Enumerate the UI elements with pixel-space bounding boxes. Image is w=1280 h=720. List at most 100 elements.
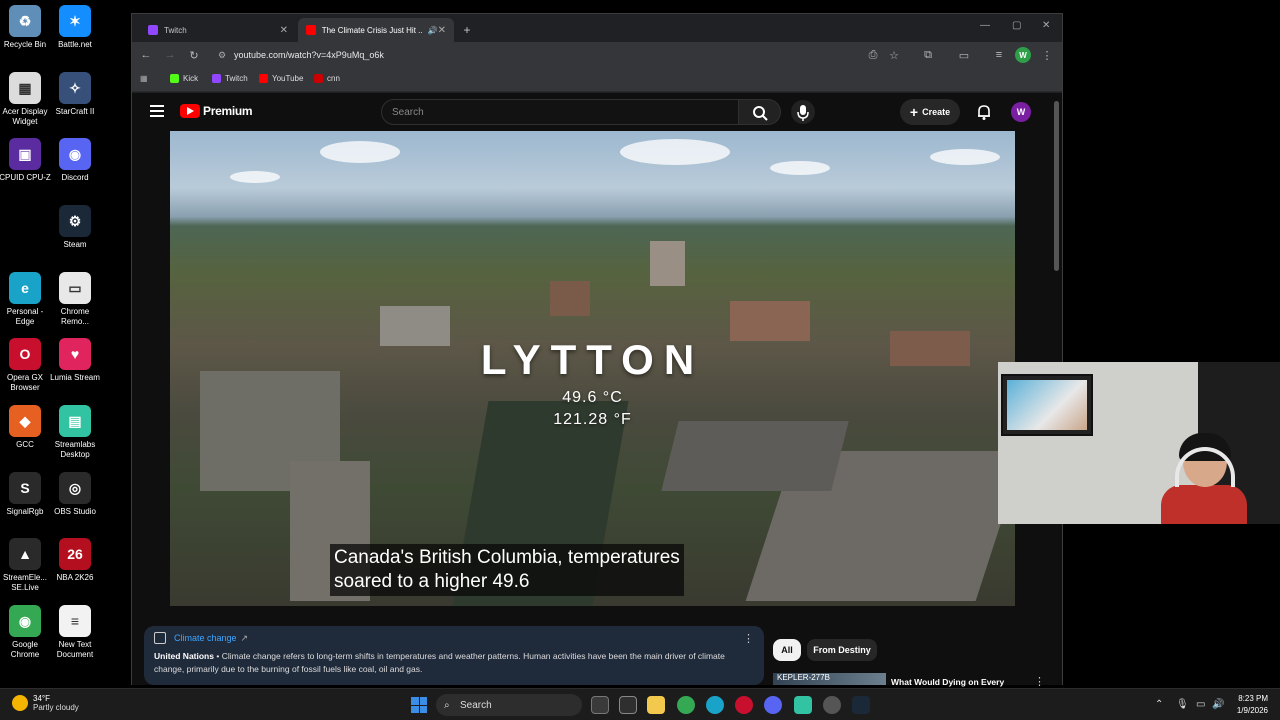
desktop-icon[interactable]: e Personal - Edge [0,272,50,327]
app-icon: ♥ [59,338,91,370]
sidepanel-icon[interactable]: ▭ [956,47,972,63]
chrome-taskbar-icon[interactable] [677,696,695,714]
discord-taskbar-icon[interactable] [764,696,782,714]
tab-youtube[interactable]: The Climate Crisis Just Hit ... 🔊 ✕ [298,18,454,42]
desktop-icon[interactable]: ◎ OBS Studio [50,472,100,517]
desktop-icon[interactable]: ✧ StarCraft II [50,72,100,117]
widgets-icon[interactable] [619,696,637,714]
weather-temp: 34°F [33,694,50,703]
weather-widget[interactable]: 34°F Partly cloudy [12,694,79,712]
desktop-icon[interactable]: ≡ New Text Document [50,605,100,660]
bookmark-item[interactable]: YouTube [259,74,303,83]
close-tab-icon[interactable]: ✕ [280,25,288,36]
microphone-icon[interactable]: 🎙 [1176,699,1189,710]
hamburger-menu-icon[interactable] [150,105,164,120]
back-icon[interactable]: ← [138,47,154,63]
maximize-icon[interactable]: ▢ [1012,20,1021,31]
app-icon: ▣ [9,138,41,170]
taskbar: 34°F Partly cloudy ⌕ Search ⌃ 🎙 ▭ 🔊 8:23… [0,688,1280,720]
desktop-icon[interactable]: ▤ Streamlabs Desktop [50,405,100,460]
tab-twitch[interactable]: Twitch ✕ [140,18,296,42]
install-icon[interactable]: ⎙ [865,47,881,63]
file-explorer-icon[interactable] [647,696,665,714]
app-icon: ▤ [59,405,91,437]
desktop-icon[interactable]: 26 NBA 2K26 [50,538,100,583]
taskbar-search[interactable]: ⌕ Search [436,694,582,716]
desktop-icon[interactable]: ♻ Recycle Bin [0,5,50,50]
desktop-icon[interactable]: ◆ GCC [0,405,50,450]
volume-icon[interactable]: 🔊 [1212,699,1224,710]
audio-icon[interactable]: 🔊 [428,26,438,35]
tray-chevron-icon[interactable]: ⌃ [1155,699,1163,710]
bookmark-star-icon[interactable]: ☆ [886,47,902,63]
desktop-icon-label: Google Chrome [10,640,40,659]
start-button[interactable] [411,697,427,713]
recommendation-thumbnail[interactable]: KEPLER-277B [773,673,886,685]
desktop-icon[interactable]: ◉ Discord [50,138,100,183]
minimize-icon[interactable]: — [980,20,990,31]
close-window-icon[interactable]: ✕ [1042,20,1050,31]
youtube-favicon-icon [306,25,316,35]
menu-kebab-icon[interactable]: ⋮ [1039,47,1055,63]
media-icon[interactable]: ≡ [991,47,1007,63]
network-icon[interactable]: ▭ [1196,699,1205,710]
create-button[interactable]: + Create [900,99,960,125]
bookmark-favicon-icon [170,74,179,83]
bookmark-item[interactable]: Twitch [212,74,248,83]
chip-all[interactable]: All [773,639,801,661]
bookmark-item[interactable]: cnn [314,74,340,83]
streamlabs-taskbar-icon[interactable] [794,696,812,714]
desktop-icon[interactable]: S SignalRgb [0,472,50,517]
app-icon: ✶ [59,5,91,37]
youtube-play-icon [180,104,200,118]
app-icon: ◎ [59,472,91,504]
search-input[interactable]: Search [381,99,739,125]
steam-taskbar-icon[interactable] [852,696,870,714]
reload-icon[interactable]: ↻ [186,47,202,63]
system-clock[interactable]: 8:23 PM 1/9/2026 [1237,693,1268,717]
more-options-icon[interactable]: ⋮ [743,632,754,645]
apps-grid-icon[interactable]: ▦ [140,74,148,83]
video-player[interactable]: LYTTON 49.6 °C 121.28 °F Canada's Britis… [170,131,1015,606]
profile-avatar[interactable]: W [1015,47,1031,63]
edge-taskbar-icon[interactable] [706,696,724,714]
forward-icon[interactable]: → [162,47,178,63]
notifications-button[interactable] [975,103,993,121]
chip-from-destiny[interactable]: From Destiny [807,639,877,661]
tv-on-wall [1001,374,1093,436]
desktop-icon[interactable]: ✶ Battle.net [50,5,100,50]
page-scrollbar[interactable] [1054,101,1059,271]
search-button[interactable] [739,99,781,125]
desktop-icon[interactable]: ▣ CPUID CPU-Z [0,138,51,183]
recommendation-menu-icon[interactable]: ⋮ [1034,675,1045,688]
app-icon: ▲ [9,538,41,570]
obs-taskbar-icon[interactable] [823,696,841,714]
youtube-logo[interactable]: Premium [180,104,253,118]
app-icon: ⚙ [59,205,91,237]
desktop-icon[interactable]: O Opera GX Browser [0,338,50,393]
account-avatar[interactable]: W [1011,102,1031,122]
twitch-favicon-icon [148,25,158,35]
opera-taskbar-icon[interactable] [735,696,753,714]
desktop-icon[interactable]: ◉ Google Chrome [0,605,50,660]
desktop-icon[interactable]: ▲ StreamEle... SE.Live [0,538,50,593]
close-tab-icon[interactable]: ✕ [438,25,446,36]
desktop-icon[interactable]: ▭ Chrome Remo... [50,272,100,327]
desktop-icon[interactable]: ♥ Lumia Stream [50,338,100,383]
desktop-icon-label: Chrome Remo... [60,307,90,326]
info-title-link[interactable]: Climate change [174,633,237,643]
voice-search-button[interactable] [791,100,815,124]
desktop-icon[interactable]: ⚙ Steam [50,205,100,250]
task-view-icon[interactable] [591,696,609,714]
bookmark-item[interactable]: Kick [170,74,198,83]
document-icon [154,632,166,644]
address-bar[interactable]: ⚙ youtube.com/watch?v=4xP9uMq_o6k [212,45,902,65]
site-info-icon[interactable]: ⚙ [218,50,226,61]
extensions-icon[interactable]: ⧉ [920,47,936,63]
app-icon: ▦ [9,72,41,104]
url-text: youtube.com/watch?v=4xP9uMq_o6k [234,50,384,60]
new-tab-button[interactable]: + [458,18,476,42]
microphone-icon [797,105,809,121]
external-link-icon[interactable]: ↗ [241,633,249,644]
desktop-icon[interactable]: ▦ Acer Display Widget [0,72,50,127]
